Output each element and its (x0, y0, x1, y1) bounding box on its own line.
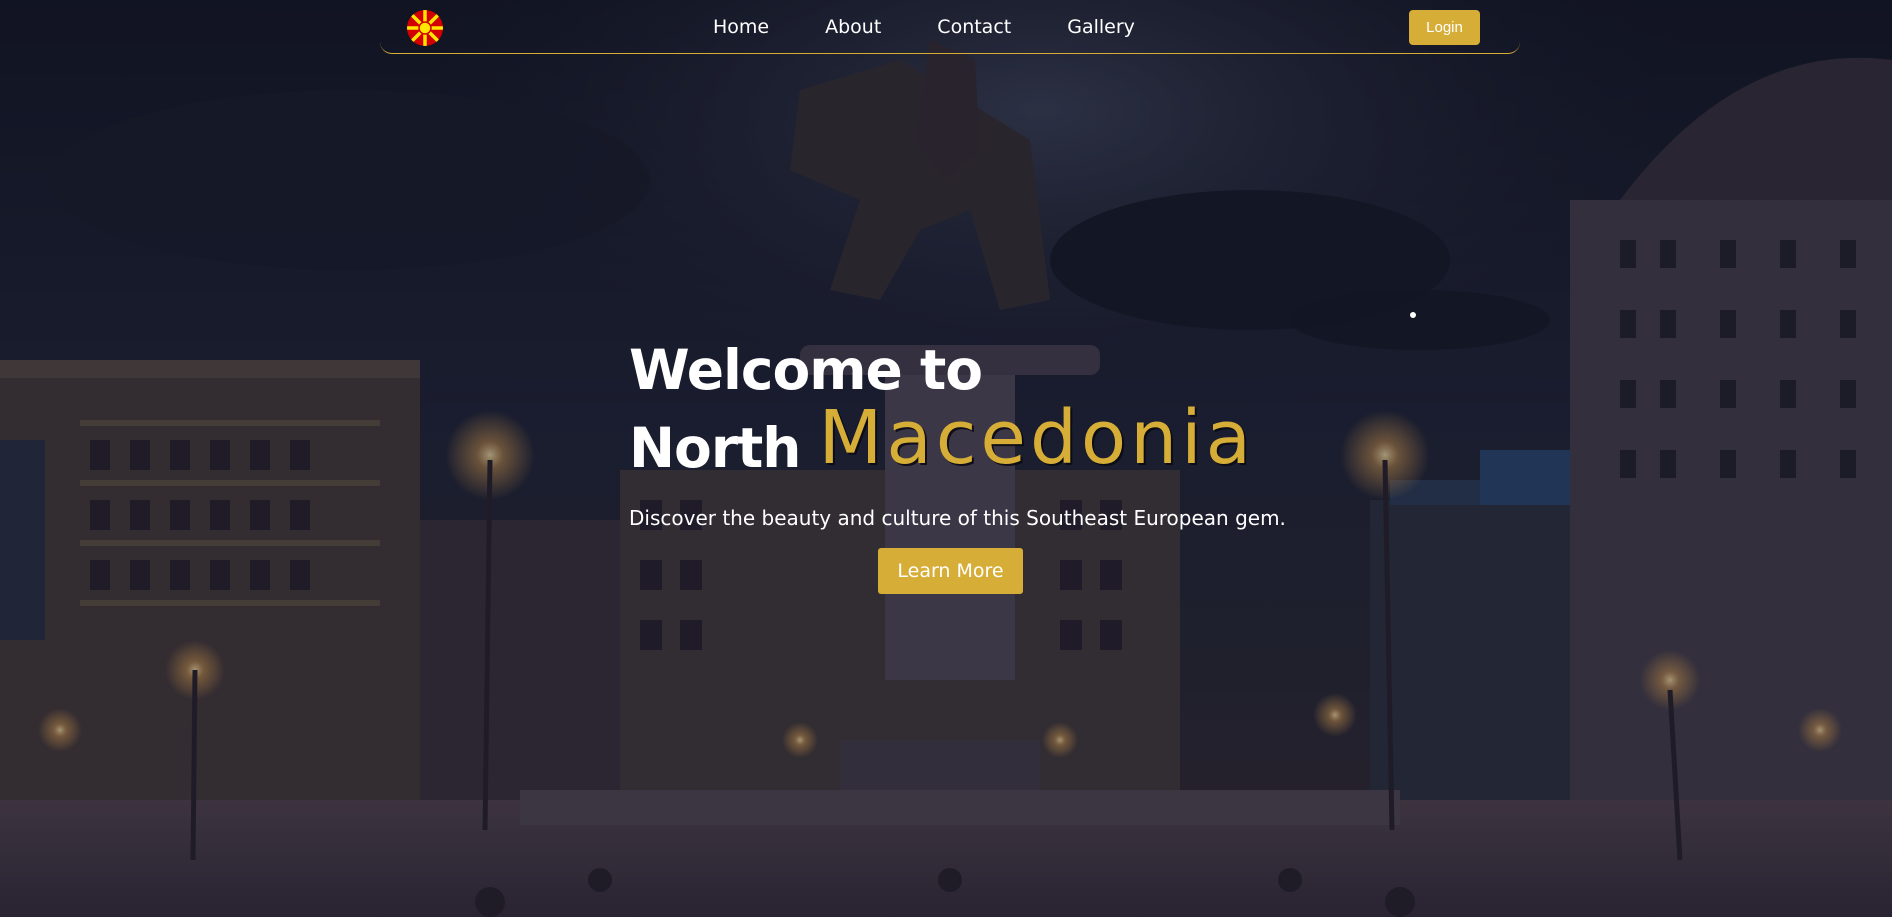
login-button[interactable]: Login (1409, 10, 1480, 45)
nav-link-home[interactable]: Home (713, 16, 769, 38)
hero-section: Welcome to North Macedonia Discover the … (629, 334, 1286, 594)
navbar: Home About Contact Gallery Login (380, 0, 1520, 54)
hero-title-line-2: North Macedonia (629, 401, 1286, 484)
nav-link-gallery[interactable]: Gallery (1067, 16, 1135, 38)
learn-more-button[interactable]: Learn More (878, 548, 1023, 594)
hero-title-plain: North (629, 416, 801, 480)
nav-links: Home About Contact Gallery (713, 16, 1191, 38)
hero-title-accent: Macedonia (818, 395, 1256, 481)
decorative-dot (1410, 312, 1416, 318)
flag-logo-icon[interactable] (407, 10, 443, 46)
hero-subtitle: Discover the beauty and culture of this … (629, 506, 1286, 530)
nav-link-about[interactable]: About (825, 16, 881, 38)
nav-link-contact[interactable]: Contact (937, 16, 1011, 38)
